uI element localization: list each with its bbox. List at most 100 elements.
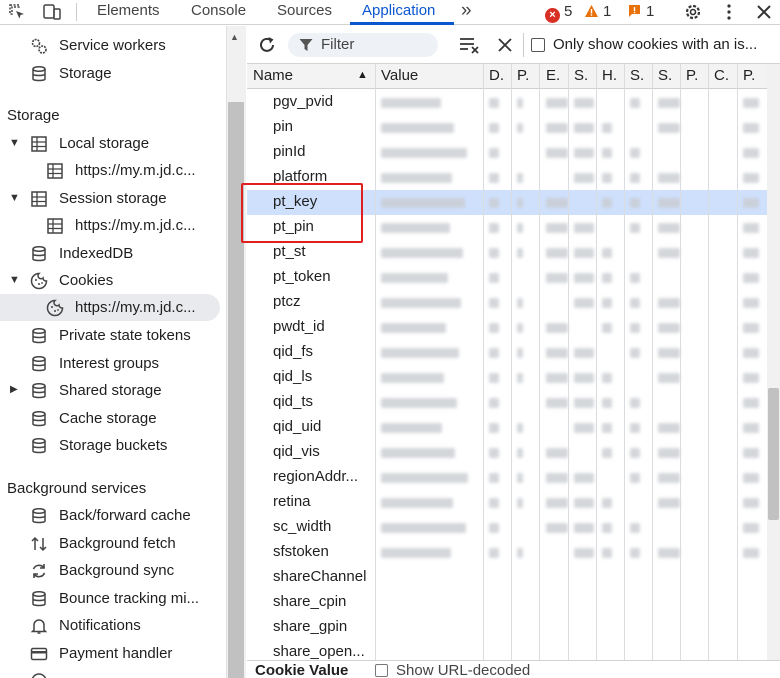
close-icon[interactable] <box>755 3 773 21</box>
column-header-domain[interactable]: D. <box>489 67 504 84</box>
expand-arrow-icon[interactable]: ▼ <box>9 137 20 149</box>
table-row[interactable]: sc_width <box>247 515 767 540</box>
column-header-samesite[interactable]: S. <box>658 67 672 84</box>
redacted-value <box>489 323 499 333</box>
redacted-value <box>517 173 523 183</box>
redacted-value <box>546 223 568 233</box>
table-row[interactable]: qid_ls <box>247 365 767 390</box>
sort-ascending-icon[interactable]: ▲ <box>357 69 368 81</box>
redacted-value <box>546 148 568 158</box>
sidebar-item-session-storage[interactable]: ▼ Session storage <box>0 186 226 213</box>
column-divider <box>680 64 681 660</box>
sidebar-item-session-storage-origin[interactable]: https://my.m.jd.c... <box>0 213 226 240</box>
table-row[interactable]: shareChannel <box>247 565 767 590</box>
redacted-value <box>658 448 680 458</box>
sidebar-item-local-storage[interactable]: ▼ Local storage <box>0 131 226 158</box>
sidebar-item-service-workers[interactable]: Service workers <box>0 33 226 60</box>
sidebar-item-background-sync[interactable]: Background sync <box>0 558 226 585</box>
tab-elements[interactable]: Elements <box>97 2 160 19</box>
table-row[interactable]: share_cpin <box>247 590 767 615</box>
table-scrollbar-track[interactable] <box>767 64 780 660</box>
sidebar-item-storage-buckets[interactable]: Storage buckets <box>0 433 226 460</box>
redacted-value <box>574 223 594 233</box>
warnings-badge[interactable]: 1 <box>584 3 611 20</box>
sidebar-item-indexeddb[interactable]: IndexedDB <box>0 241 226 268</box>
kebab-icon[interactable] <box>720 3 738 21</box>
column-header-name[interactable]: Name <box>253 67 293 84</box>
table-row[interactable]: pt_st <box>247 240 767 265</box>
sidebar-item-cache-storage[interactable]: Cache storage <box>0 406 226 433</box>
sidebar-item-cookies-origin[interactable]: https://my.m.jd.c... <box>0 295 226 322</box>
scroll-up-arrow-icon[interactable]: ▲ <box>230 32 239 42</box>
redacted-value <box>546 323 568 333</box>
table-row[interactable]: pgv_pvid <box>247 90 767 115</box>
table-row[interactable]: share_open... <box>247 640 767 660</box>
issues-badge[interactable]: 1 <box>628 3 654 20</box>
sidebar-item-local-storage-origin[interactable]: https://my.m.jd.c... <box>0 158 226 185</box>
table-row[interactable]: qid_ts <box>247 390 767 415</box>
sidebar-item-interest-groups[interactable]: Interest groups <box>0 351 226 378</box>
table-row[interactable]: sfstoken <box>247 540 767 565</box>
sidebar-item-label: Background fetch <box>59 535 176 552</box>
more-tabs-button[interactable]: » <box>461 0 472 22</box>
column-header-path[interactable]: P. <box>517 67 529 84</box>
sidebar-item-private-state-tokens[interactable]: Private state tokens <box>0 323 226 350</box>
errors-badge[interactable]: × 5 <box>545 3 572 23</box>
redacted-value <box>381 473 468 483</box>
only-issues-checkbox[interactable] <box>531 38 545 52</box>
table-row[interactable]: pin <box>247 115 767 140</box>
sidebar-item-storage[interactable]: Storage <box>0 61 226 88</box>
inspect-element-icon[interactable] <box>8 3 26 21</box>
table-row[interactable]: pinId <box>247 140 767 165</box>
table-scrollbar-thumb[interactable] <box>768 388 779 520</box>
column-header-size[interactable]: S. <box>574 67 588 84</box>
collapsed-arrow-icon[interactable]: ▶ <box>10 384 18 395</box>
device-toolbar-icon[interactable] <box>43 3 61 21</box>
table-row[interactable]: ptcz <box>247 290 767 315</box>
redacted-value <box>743 298 759 308</box>
redacted-value <box>489 248 499 258</box>
tab-console[interactable]: Console <box>191 2 246 19</box>
sidebar-item-shared-storage[interactable]: ▶ Shared storage <box>0 378 226 405</box>
table-row[interactable]: qid_vis <box>247 440 767 465</box>
expand-arrow-icon[interactable]: ▼ <box>9 274 20 286</box>
column-header-cross-site[interactable]: C. <box>714 67 729 84</box>
table-row[interactable]: qid_uid <box>247 415 767 440</box>
filter-input[interactable]: Filter <box>288 33 438 57</box>
close-icon[interactable] <box>497 37 513 53</box>
gear-icon[interactable] <box>684 3 702 21</box>
table-row[interactable]: share_gpin <box>247 615 767 640</box>
redacted-value <box>574 173 594 183</box>
column-header-secure[interactable]: S. <box>630 67 644 84</box>
sidebar-item-periodic-sync[interactable] <box>0 668 226 678</box>
column-header-partition-key[interactable]: P. <box>686 67 698 84</box>
redacted-value <box>489 423 499 433</box>
column-header-value[interactable]: Value <box>381 67 418 84</box>
tab-sources[interactable]: Sources <box>277 2 332 19</box>
column-header-expires[interactable]: E. <box>546 67 560 84</box>
column-header-priority[interactable]: P. <box>743 67 755 84</box>
sidebar-item-payment-handler[interactable]: Payment handler <box>0 641 226 668</box>
sidebar-item-cookies[interactable]: ▼ Cookies <box>0 268 226 295</box>
sidebar-item-bounce-tracking[interactable]: Bounce tracking mi... <box>0 586 226 613</box>
sidebar-item-background-fetch[interactable]: Background fetch <box>0 531 226 558</box>
refresh-icon[interactable] <box>257 35 277 55</box>
sidebar-item-notifications[interactable]: Notifications <box>0 613 226 640</box>
errors-count: 5 <box>564 3 573 20</box>
column-divider <box>483 64 484 660</box>
sidebar-item-back-forward-cache[interactable]: Back/forward cache <box>0 503 226 530</box>
show-url-decoded-checkbox[interactable] <box>375 664 388 677</box>
table-row[interactable]: retina <box>247 490 767 515</box>
table-row[interactable]: qid_fs <box>247 340 767 365</box>
clear-filtered-icon[interactable] <box>459 36 481 54</box>
redacted-value <box>381 298 461 308</box>
expand-arrow-icon[interactable]: ▼ <box>9 192 20 204</box>
redacted-value <box>743 523 759 533</box>
column-header-httponly[interactable]: H. <box>602 67 617 84</box>
table-row[interactable]: pt_token <box>247 265 767 290</box>
table-row[interactable]: regionAddr... <box>247 465 767 490</box>
database-icon <box>32 355 46 372</box>
table-row[interactable]: pwdt_id <box>247 315 767 340</box>
redacted-value <box>574 123 594 133</box>
tab-application[interactable]: Application <box>362 2 435 19</box>
